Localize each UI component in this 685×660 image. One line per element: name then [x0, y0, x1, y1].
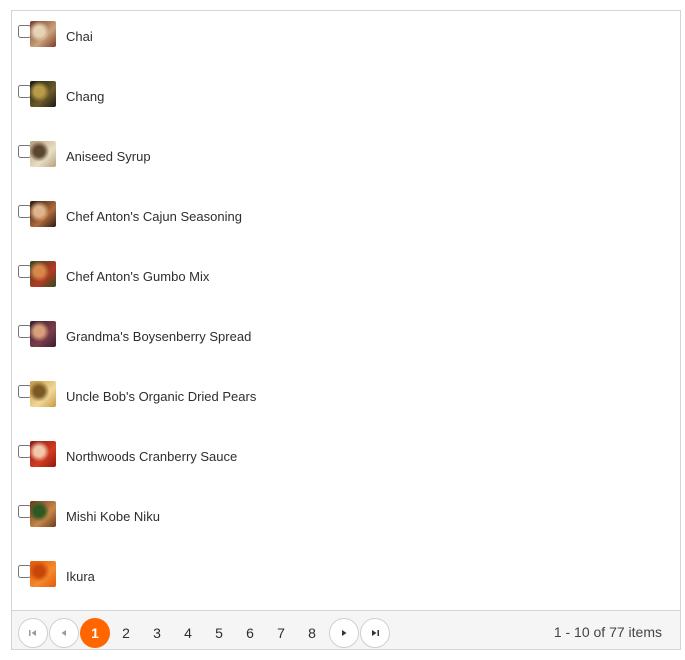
- arrow-left-icon: [61, 630, 66, 636]
- product-name: Chai: [66, 29, 93, 44]
- list-item: Grandma's Boysenberry Spread: [12, 316, 680, 376]
- first-page-icon: [29, 630, 36, 636]
- next-page-button[interactable]: [329, 618, 359, 648]
- product-name: Uncle Bob's Organic Dried Pears: [66, 389, 257, 404]
- list-item: Chef Anton's Cajun Seasoning: [12, 196, 680, 256]
- page-1-button[interactable]: 1: [80, 618, 110, 648]
- product-thumbnail: [30, 561, 56, 587]
- product-thumbnail: [30, 501, 56, 527]
- product-thumbnail: [30, 441, 56, 467]
- product-thumbnail: [30, 141, 56, 167]
- product-name: Chang: [66, 89, 105, 104]
- list-item: Ikura: [12, 556, 680, 612]
- product-thumbnail: [30, 21, 56, 47]
- last-page-icon: [372, 630, 379, 636]
- last-page-button[interactable]: [360, 618, 390, 648]
- list-item: Chang: [12, 76, 680, 136]
- product-list: Chai Chang Aniseed Syrup Chef Anton's Cajun…: [12, 11, 680, 612]
- product-thumbnail: [30, 261, 56, 287]
- product-name: Chef Anton's Gumbo Mix: [66, 269, 210, 284]
- first-page-button[interactable]: [18, 618, 48, 648]
- pager: 12345678 1 - 10 of 77 items: [12, 610, 680, 649]
- product-name: Grandma's Boysenberry Spread: [66, 329, 252, 344]
- product-name: Aniseed Syrup: [66, 149, 151, 164]
- page-3-button[interactable]: 3: [142, 618, 172, 648]
- product-name: Northwoods Cranberry Sauce: [66, 449, 238, 464]
- product-thumbnail: [30, 201, 56, 227]
- page-6-button[interactable]: 6: [235, 618, 265, 648]
- arrow-right-icon: [342, 630, 347, 636]
- pager-info: 1 - 10 of 77 items: [553, 624, 662, 640]
- page-7-button[interactable]: 7: [266, 618, 296, 648]
- list-item: Uncle Bob's Organic Dried Pears: [12, 376, 680, 436]
- page-4-button[interactable]: 4: [173, 618, 203, 648]
- list-item: Aniseed Syrup: [12, 136, 680, 196]
- list-item: Northwoods Cranberry Sauce: [12, 436, 680, 496]
- product-listview: Chai Chang Aniseed Syrup Chef Anton's Cajun…: [11, 10, 681, 650]
- page-8-button[interactable]: 8: [297, 618, 327, 648]
- list-item: Mishi Kobe Niku: [12, 496, 680, 556]
- product-thumbnail: [30, 81, 56, 107]
- previous-page-button[interactable]: [49, 618, 79, 648]
- list-item: Chef Anton's Gumbo Mix: [12, 256, 680, 316]
- product-name: Ikura: [66, 569, 95, 584]
- page-2-button[interactable]: 2: [111, 618, 141, 648]
- list-item: Chai: [12, 16, 680, 76]
- product-thumbnail: [30, 321, 56, 347]
- page-5-button[interactable]: 5: [204, 618, 234, 648]
- product-name: Chef Anton's Cajun Seasoning: [66, 209, 242, 224]
- product-name: Mishi Kobe Niku: [66, 509, 160, 524]
- product-thumbnail: [30, 381, 56, 407]
